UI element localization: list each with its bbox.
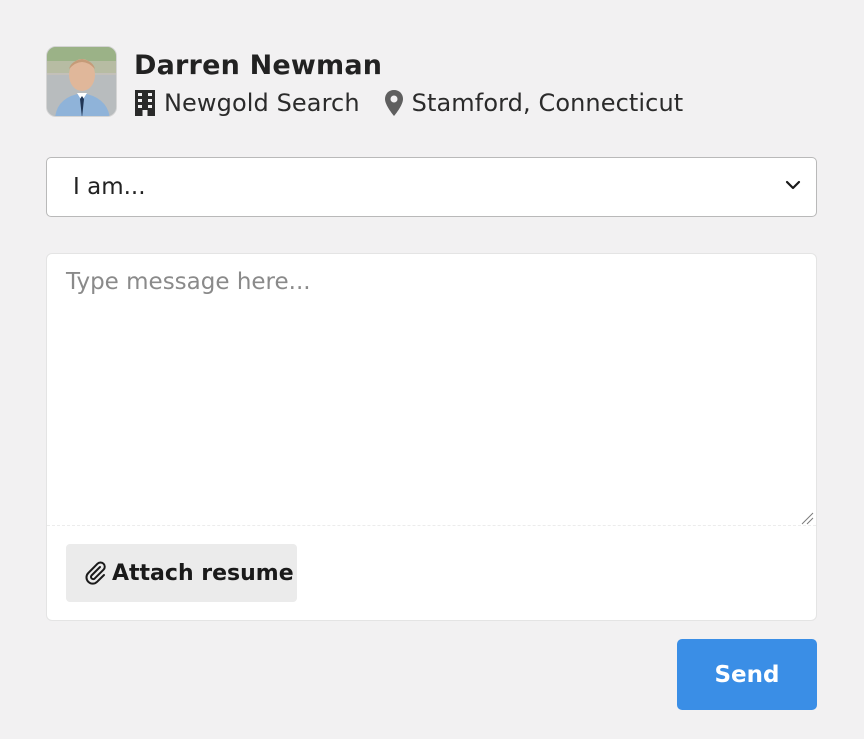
contact-meta: Newgold Search Stamford, Connecticut: [134, 88, 683, 118]
send-button[interactable]: Send: [677, 639, 817, 710]
building-icon: [134, 88, 156, 118]
contact-company: Newgold Search: [164, 89, 360, 117]
attach-resume-label: Attach resume: [112, 560, 294, 586]
resize-handle[interactable]: [800, 510, 814, 525]
attach-resume-button[interactable]: Attach resume: [66, 544, 297, 602]
map-pin-icon: [384, 88, 404, 118]
message-contact-panel: Darren Newman Newgold Search Stamford, C…: [0, 0, 864, 739]
contact-name: Darren Newman: [134, 50, 383, 81]
card-divider: [47, 525, 816, 526]
paperclip-icon: [82, 559, 112, 588]
contact-header: Darren Newman Newgold Search Stamford, C…: [46, 46, 683, 118]
role-select[interactable]: I am...: [46, 157, 817, 217]
message-card: Attach resume: [46, 253, 817, 621]
avatar: [46, 46, 117, 117]
chevron-down-icon: [784, 176, 802, 198]
role-select-value: I am...: [73, 174, 146, 200]
message-textarea[interactable]: [48, 255, 815, 525]
contact-location: Stamford, Connecticut: [411, 89, 684, 117]
